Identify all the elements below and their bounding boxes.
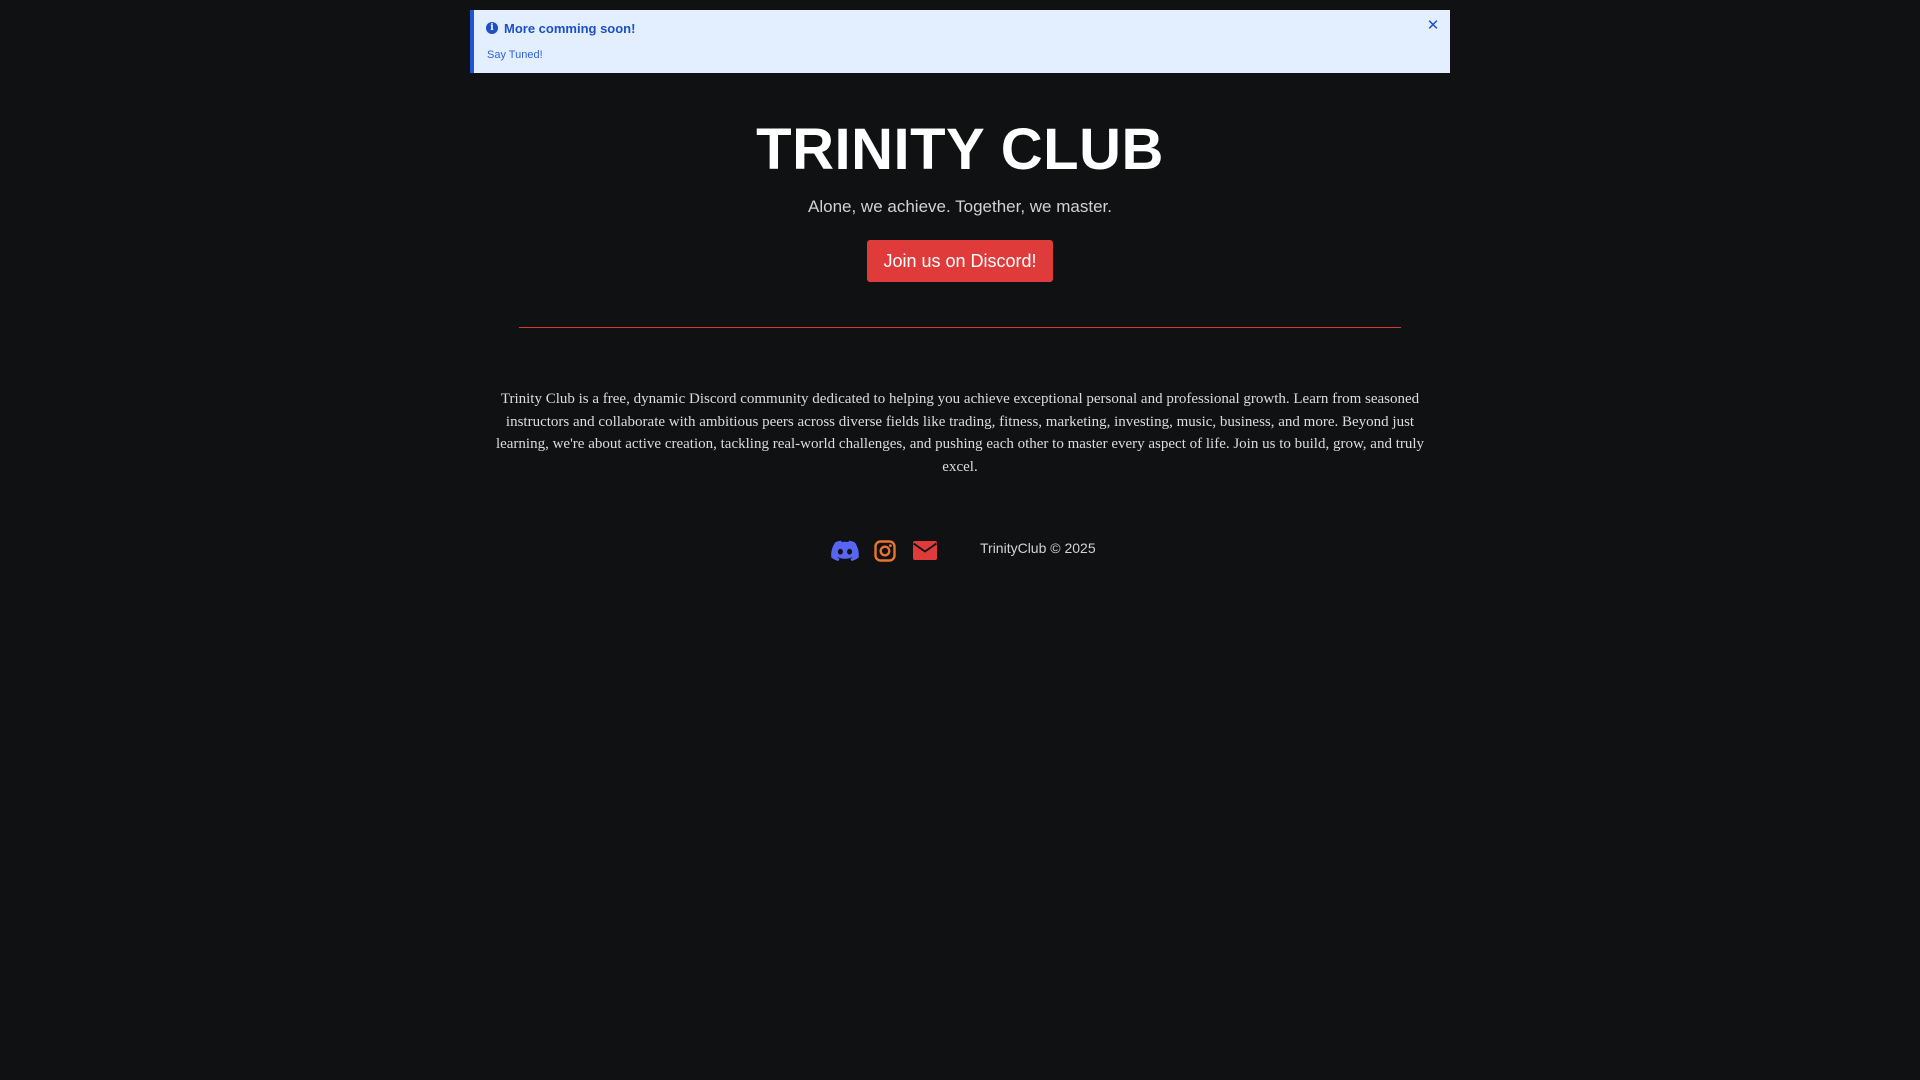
tagline: Alone, we achieve. Together, we master.	[808, 197, 1112, 216]
close-icon[interactable]: ✕	[1424, 17, 1442, 35]
divider	[519, 327, 1401, 328]
page-title: TRINITY CLUB	[756, 117, 1164, 182]
join-discord-button[interactable]: Join us on Discord!	[867, 240, 1053, 282]
notice-title: More comming soon!	[504, 21, 636, 36]
notice-message: Say Tuned!	[487, 49, 543, 61]
envelope-icon[interactable]	[913, 541, 937, 560]
about-text: Trinity Club is a free, dynamic Discord …	[495, 391, 1425, 475]
discord-icon[interactable]	[831, 540, 859, 562]
footer: TrinityClub © 2025	[0, 536, 1920, 566]
instagram-icon[interactable]	[874, 540, 896, 562]
copyright-text: TrinityClub © 2025	[980, 540, 1096, 556]
hero-section: TRINITY CLUB Alone, we achieve. Together…	[0, 112, 1920, 282]
info-notice: i More comming soon! Say Tuned! ✕	[470, 10, 1450, 73]
info-icon: i	[486, 22, 498, 34]
